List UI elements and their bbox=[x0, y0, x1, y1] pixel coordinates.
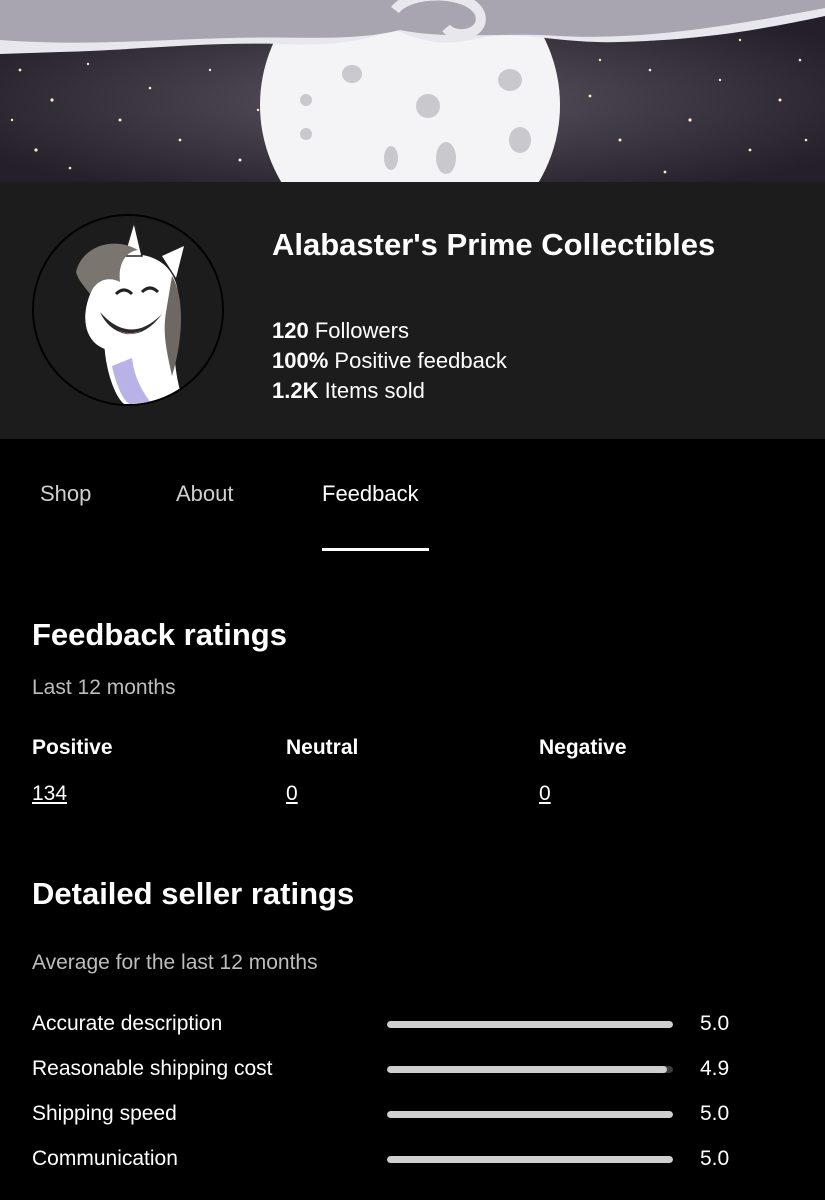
positive-feedback-label: Positive feedback bbox=[334, 348, 507, 373]
rating-bar-fill bbox=[387, 1021, 673, 1028]
dsr-row-shipping-speed: Shipping speed 5.0 bbox=[32, 1099, 792, 1129]
followers-count: 120 bbox=[272, 318, 309, 343]
negative-count-link[interactable]: 0 bbox=[539, 782, 551, 806]
unicorn-avatar-image bbox=[34, 216, 222, 404]
negative-header: Negative bbox=[539, 736, 627, 759]
rating-bar bbox=[387, 1156, 673, 1163]
dsr-score: 5.0 bbox=[700, 1012, 730, 1035]
dsr-score: 4.9 bbox=[700, 1057, 730, 1080]
items-sold-stat: 1.2K Items sold bbox=[272, 376, 792, 406]
dsr-score: 5.0 bbox=[700, 1102, 730, 1125]
store-header: Alabaster's Prime Collectibles 120 Follo… bbox=[0, 182, 825, 439]
dsr-row-shipping-cost: Reasonable shipping cost 4.9 bbox=[32, 1054, 792, 1084]
tab-about-label: About bbox=[176, 481, 234, 506]
active-tab-indicator bbox=[322, 548, 429, 551]
rating-bar-fill bbox=[387, 1111, 673, 1118]
dsr-label: Shipping speed bbox=[32, 1102, 177, 1125]
store-banner bbox=[0, 0, 825, 182]
rating-bar-fill bbox=[387, 1156, 673, 1163]
store-avatar[interactable] bbox=[32, 214, 224, 406]
neutral-count-link[interactable]: 0 bbox=[286, 782, 298, 806]
tab-about[interactable]: About bbox=[176, 481, 234, 551]
rating-bar-fill bbox=[387, 1066, 668, 1073]
positive-feedback-stat: 100% Positive feedback bbox=[272, 346, 792, 376]
feedback-ratings-period: Last 12 months bbox=[32, 676, 176, 699]
feedback-ratings-title: Feedback ratings bbox=[32, 617, 287, 652]
tab-shop-label: Shop bbox=[40, 481, 92, 506]
rating-bar bbox=[387, 1111, 673, 1118]
rating-bar bbox=[387, 1021, 673, 1028]
dsr-label: Communication bbox=[32, 1147, 178, 1170]
positive-header: Positive bbox=[32, 736, 113, 759]
detailed-ratings-title: Detailed seller ratings bbox=[32, 876, 355, 911]
store-tabs: Shop About Feedback bbox=[0, 439, 825, 551]
dsr-label: Reasonable shipping cost bbox=[32, 1057, 273, 1080]
store-stats: 120 Followers 100% Positive feedback 1.2… bbox=[272, 316, 792, 406]
dsr-row-communication: Communication 5.0 bbox=[32, 1144, 792, 1174]
neutral-header: Neutral bbox=[286, 736, 359, 759]
tab-shop[interactable]: Shop bbox=[40, 481, 91, 551]
followers-stat: 120 Followers bbox=[272, 316, 792, 346]
detailed-ratings-period: Average for the last 12 months bbox=[32, 951, 318, 974]
items-sold-label: Items sold bbox=[324, 378, 425, 403]
tab-feedback[interactable]: Feedback bbox=[322, 481, 429, 551]
positive-count-link[interactable]: 134 bbox=[32, 782, 67, 806]
followers-label: Followers bbox=[314, 318, 409, 343]
tab-feedback-label: Feedback bbox=[322, 481, 419, 506]
night-sky-moon-illustration bbox=[0, 0, 825, 182]
dsr-row-accurate-description: Accurate description 5.0 bbox=[32, 1009, 792, 1039]
dsr-score: 5.0 bbox=[700, 1147, 730, 1170]
positive-feedback-percent: 100% bbox=[272, 348, 329, 373]
items-sold-count: 1.2K bbox=[272, 378, 319, 403]
store-name: Alabaster's Prime Collectibles bbox=[272, 227, 716, 262]
dsr-label: Accurate description bbox=[32, 1012, 223, 1035]
rating-bar bbox=[387, 1066, 673, 1073]
